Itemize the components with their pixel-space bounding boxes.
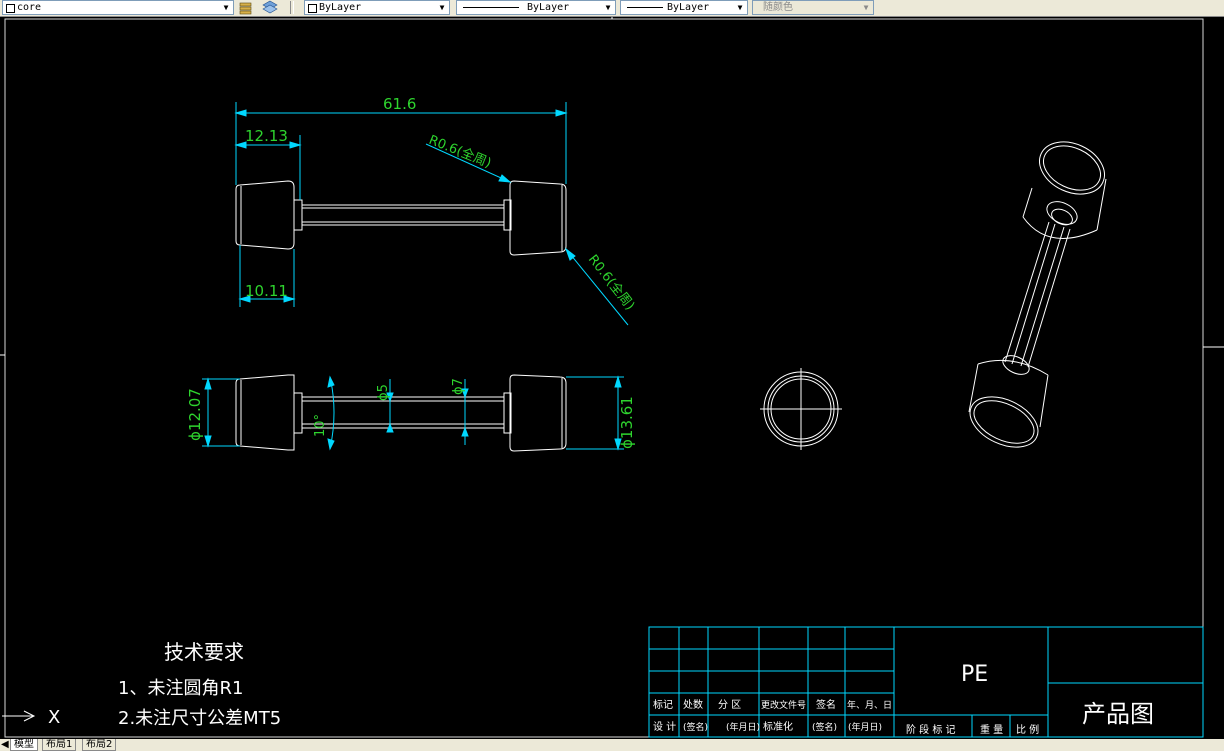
- drawing-border: [4, 18, 1204, 738]
- drawing-canvas[interactable]: 61.6 12.13 10.11 R0.6(全周) R0.6(全周) ϕ12.0…: [0, 17, 1224, 739]
- layer-dropdown[interactable]: core ▼: [2, 0, 234, 15]
- chevron-down-icon[interactable]: ▼: [437, 1, 447, 14]
- toolbar-separator: [290, 1, 294, 14]
- notes-line-2: 2.未注尺寸公差MT5: [118, 708, 281, 729]
- linetype-value: ByLayer: [527, 2, 570, 13]
- chevron-down-icon[interactable]: ▼: [861, 1, 871, 14]
- tb-label-bzh-sign: (签名): [812, 721, 837, 733]
- front-view: [235, 180, 567, 256]
- lineweight-preview: [627, 7, 663, 8]
- section-view-dimension-texts: ϕ12.07 10° ϕ5 ϕ7 ϕ13.61: [186, 378, 636, 449]
- section-view-dimensions: [202, 375, 624, 451]
- tb-label-qianming: 签名: [816, 698, 836, 711]
- tab-model[interactable]: 模型: [10, 739, 38, 751]
- isometric-view: [968, 141, 1107, 448]
- shaft-large-text: ϕ7: [451, 378, 466, 395]
- right-diameter-text: ϕ13.61: [618, 396, 636, 449]
- color-value: ByLayer: [319, 2, 362, 13]
- linetype-dropdown[interactable]: ByLayer ▼: [456, 0, 616, 15]
- chevron-down-icon[interactable]: ▼: [735, 1, 745, 14]
- tb-label-genggai: 更改文件号: [761, 699, 806, 711]
- tb-label-fenqu: 分 区: [718, 699, 741, 711]
- lineweight-value: ByLayer: [667, 2, 710, 13]
- plotstyle-dropdown[interactable]: 随颜色 ▼: [752, 0, 874, 15]
- ucs-x-label: X: [48, 707, 60, 728]
- end-view: [760, 368, 842, 450]
- left-collar: [293, 199, 303, 231]
- shaft-small-text: ϕ5: [376, 384, 391, 401]
- lineweight-dropdown[interactable]: ByLayer ▼: [620, 0, 748, 15]
- left-cap-bottom-text: 10.11: [245, 282, 288, 300]
- tb-label-biaozhunhua: 标准化: [763, 720, 793, 733]
- section-right-cap: [509, 374, 567, 452]
- linetype-preview: [463, 7, 519, 8]
- left-diameter-text: ϕ12.07: [186, 388, 204, 441]
- layer-color-swatch: [6, 4, 15, 13]
- tb-label-sheji: 设 计: [653, 720, 676, 733]
- overall-length-text: 61.6: [383, 95, 416, 113]
- notes-line-1: 1、未注圆角R1: [118, 678, 243, 699]
- title-block-texts: 标记 处数 分 区 更改文件号 签名 年、月、日 设 计 (签名) (年月日) …: [653, 662, 1154, 736]
- layer-value: core: [17, 2, 42, 13]
- tab-layout1[interactable]: 布局1: [42, 739, 77, 751]
- tb-label-chushu: 处数: [683, 698, 703, 711]
- left-cap-top-text: 12.13: [245, 127, 288, 145]
- layer-previous-icon[interactable]: [238, 0, 254, 15]
- chevron-down-icon[interactable]: ▼: [603, 1, 613, 14]
- material-text: PE: [961, 662, 988, 687]
- chevron-down-icon[interactable]: ▼: [221, 1, 231, 14]
- tb-label-biaoji: 标记: [653, 699, 673, 711]
- technical-notes: 技术要求 1、未注圆角R1 2.未注尺寸公差MT5: [118, 640, 281, 729]
- tb-label-jieduan: 阶 段 标 记: [906, 723, 956, 736]
- tab-nav-arrow-icon[interactable]: ◀: [1, 739, 9, 750]
- taper-angle-text: 10°: [313, 414, 328, 437]
- section-left-collar: [293, 392, 303, 434]
- fillet-top-text: R0.6(全周): [427, 132, 494, 172]
- left-cap: [235, 180, 295, 250]
- drawing-name-text: 产品图: [1082, 700, 1154, 728]
- tab-layout2[interactable]: 布局2: [82, 739, 117, 751]
- layout-tabs: ◀ 模型 布局1 布局2: [0, 739, 1224, 751]
- tb-label-sheji-date: (年月日): [726, 721, 760, 733]
- tb-label-zhongliang: 重 量: [980, 723, 1003, 736]
- properties-toolbar: core ▼ ByLayer ▼ ByLayer ▼ ByLayer ▼ 随颜色…: [0, 0, 1224, 17]
- front-view-dimension-texts: 61.6 12.13 10.11 R0.6(全周) R0.6(全周): [245, 95, 638, 313]
- tb-label-bzh-date: (年月日): [848, 721, 882, 733]
- notes-title: 技术要求: [164, 640, 244, 664]
- plotstyle-value: 随颜色: [763, 2, 793, 13]
- tb-label-sheji-sign: (签名): [683, 721, 708, 733]
- section-view: [235, 374, 567, 452]
- right-cap: [509, 180, 567, 256]
- ucs-icon: X: [2, 707, 60, 728]
- color-dropdown[interactable]: ByLayer ▼: [304, 0, 450, 15]
- tb-label-bili: 比 例: [1016, 723, 1039, 736]
- section-left-cap: [235, 374, 295, 451]
- layer-states-icon[interactable]: [262, 0, 278, 15]
- color-swatch: [308, 4, 317, 13]
- tb-label-nianyueri: 年、月、日: [847, 699, 892, 711]
